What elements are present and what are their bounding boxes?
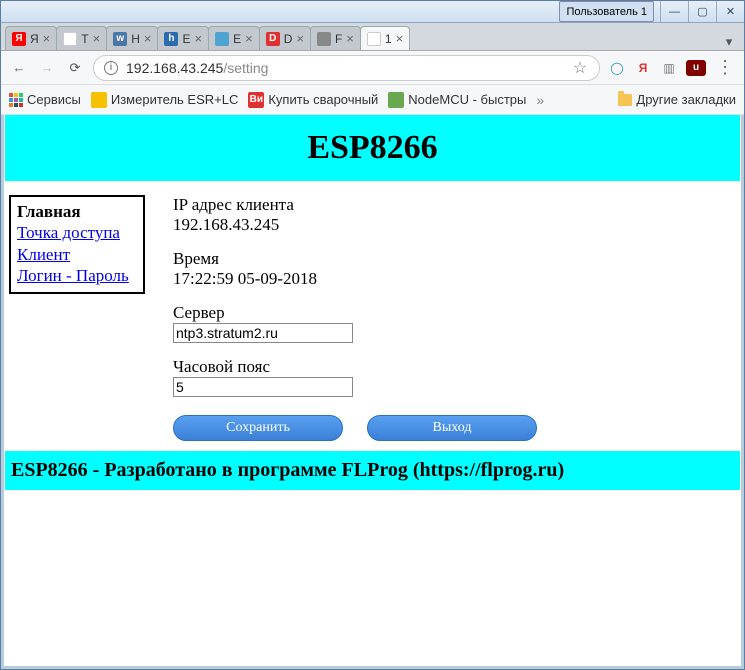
server-input[interactable] bbox=[173, 323, 353, 343]
close-icon[interactable]: × bbox=[396, 32, 404, 45]
extension-icon[interactable]: ◯ bbox=[608, 59, 626, 77]
bookmark-icon: Ви bbox=[248, 92, 264, 108]
bookmark-icon bbox=[388, 92, 404, 108]
save-button[interactable]: Сохранить bbox=[173, 415, 343, 441]
minimize-button[interactable]: — bbox=[660, 1, 688, 22]
side-nav: Главная Точка доступа Клиент Логин - Пар… bbox=[9, 195, 145, 294]
nav-link-login[interactable]: Логин - Пароль bbox=[17, 266, 129, 285]
tab-label: 1 bbox=[385, 32, 392, 46]
tab-label: Я bbox=[30, 32, 39, 46]
user-badge[interactable]: Пользователь 1 bbox=[559, 1, 654, 22]
omnibox[interactable]: i 192.168.43.245/setting ☆ bbox=[93, 55, 600, 81]
tab-label: F bbox=[335, 32, 342, 46]
bookmark-item[interactable]: Измеритель ESR+LC bbox=[91, 92, 238, 108]
extension-icon[interactable]: Я bbox=[634, 59, 652, 77]
tab-label: Н bbox=[131, 32, 140, 46]
favicon-icon: w bbox=[113, 32, 127, 46]
tab-item[interactable]: E× bbox=[208, 26, 260, 50]
apps-label: Сервисы bbox=[27, 92, 81, 107]
nav-link-home[interactable]: Главная bbox=[17, 202, 81, 221]
folder-icon bbox=[618, 94, 632, 106]
favicon-icon: h bbox=[164, 32, 178, 46]
maximize-button[interactable]: ▢ bbox=[688, 1, 716, 22]
timezone-label: Часовой пояс bbox=[173, 357, 537, 377]
page-footer: ESP8266 - Разработано в программе FLProg… bbox=[5, 451, 740, 490]
favicon-icon: Я bbox=[12, 32, 26, 46]
page-title: ESP8266 bbox=[5, 129, 740, 167]
time-label: Время bbox=[173, 249, 537, 269]
forward-button: → bbox=[37, 58, 57, 78]
address-bar: ← → ⟳ i 192.168.43.245/setting ☆ ◯ Я ▥ u… bbox=[1, 51, 744, 85]
reload-button[interactable]: ⟳ bbox=[65, 58, 85, 78]
apps-icon bbox=[9, 93, 23, 107]
tab-item[interactable]: DD× bbox=[259, 26, 311, 50]
tab-item[interactable]: F× bbox=[310, 26, 361, 50]
browser-menu-button[interactable]: ⋮ bbox=[714, 57, 736, 78]
ublock-icon[interactable]: u bbox=[686, 60, 706, 76]
tab-item[interactable]: ЯЯ × bbox=[5, 26, 57, 50]
bookmark-star-icon[interactable]: ☆ bbox=[571, 59, 589, 77]
nav-link-ap[interactable]: Точка доступа bbox=[17, 223, 120, 242]
tab-label: Е bbox=[182, 32, 190, 46]
close-icon[interactable]: × bbox=[194, 32, 202, 45]
extension-icon[interactable]: ▥ bbox=[660, 59, 678, 77]
tab-item-active[interactable]: 1× bbox=[360, 26, 410, 50]
bookmark-overflow-button[interactable]: » bbox=[536, 92, 544, 108]
close-icon[interactable]: × bbox=[93, 32, 101, 45]
tab-item[interactable]: wН × bbox=[106, 26, 158, 50]
tab-label: D bbox=[284, 32, 293, 46]
bookmark-label: Измеритель ESR+LC bbox=[111, 92, 238, 107]
tab-strip: ЯЯ× Т× wН× hЕ× E× DD× F× 1× ▾ bbox=[1, 23, 744, 51]
back-button[interactable]: ← bbox=[9, 58, 29, 78]
bookmark-label: NodeMCU - быстры bbox=[408, 92, 526, 107]
tab-label: E bbox=[233, 32, 241, 46]
time-value: 17:22:59 05-09-2018 bbox=[173, 269, 537, 289]
exit-button[interactable]: Выход bbox=[367, 415, 537, 441]
bookmark-icon bbox=[91, 92, 107, 108]
tab-overflow-button[interactable]: ▾ bbox=[718, 34, 740, 50]
apps-button[interactable]: Сервисы bbox=[9, 92, 81, 107]
other-bookmarks-label: Другие закладки bbox=[636, 92, 736, 107]
favicon-icon bbox=[317, 32, 331, 46]
tab-label: Т bbox=[81, 32, 88, 46]
ip-label: IP адрес клиента bbox=[173, 195, 537, 215]
server-label: Сервер bbox=[173, 303, 537, 323]
ip-value: 192.168.43.245 bbox=[173, 215, 537, 235]
favicon-icon bbox=[215, 32, 229, 46]
page-viewport[interactable]: ESP8266 Главная Точка доступа Клиент Лог… bbox=[5, 115, 740, 665]
bookmark-label: Купить сварочный bbox=[268, 92, 378, 107]
favicon-icon bbox=[63, 32, 77, 46]
favicon-icon: D bbox=[266, 32, 280, 46]
close-icon[interactable]: × bbox=[245, 32, 253, 45]
favicon-icon bbox=[367, 32, 381, 46]
bookmark-item[interactable]: NodeMCU - быстры bbox=[388, 92, 526, 108]
window-titlebar: Пользователь 1 — ▢ ✕ bbox=[1, 1, 744, 23]
page-header: ESP8266 bbox=[5, 115, 740, 181]
close-window-button[interactable]: ✕ bbox=[716, 1, 744, 22]
url-text[interactable]: 192.168.43.245/setting bbox=[126, 60, 563, 76]
site-info-icon[interactable]: i bbox=[104, 61, 118, 75]
bookmarks-bar: Сервисы Измеритель ESR+LC Ви Купить сваро… bbox=[1, 85, 744, 115]
close-icon[interactable]: × bbox=[43, 32, 51, 45]
other-bookmarks-button[interactable]: Другие закладки bbox=[618, 92, 736, 107]
tab-item[interactable]: Т× bbox=[56, 26, 107, 50]
close-icon[interactable]: × bbox=[144, 32, 152, 45]
bookmark-item[interactable]: Ви Купить сварочный bbox=[248, 92, 378, 108]
nav-link-client[interactable]: Клиент bbox=[17, 245, 70, 264]
close-icon[interactable]: × bbox=[296, 32, 304, 45]
tab-item[interactable]: hЕ × bbox=[157, 26, 209, 50]
timezone-input[interactable] bbox=[173, 377, 353, 397]
close-icon[interactable]: × bbox=[346, 32, 354, 45]
